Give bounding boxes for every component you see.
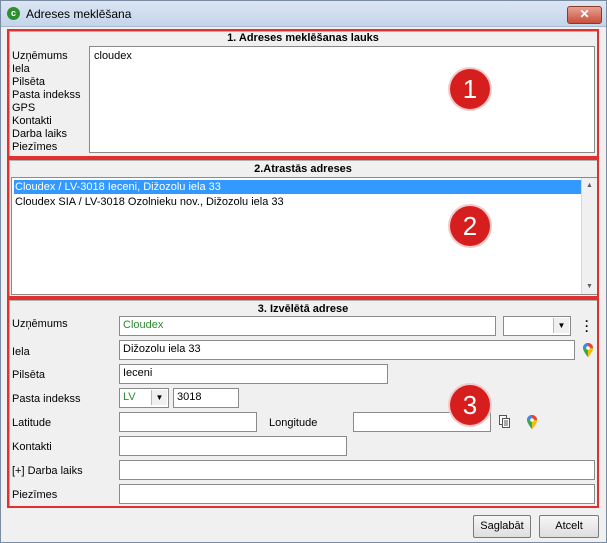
- app-logo-icon: c: [7, 7, 20, 20]
- annotation-badge-2: 2: [450, 206, 490, 246]
- window-title: Adreses meklēšana: [26, 7, 132, 21]
- annotation-badge-1: 1: [450, 69, 490, 109]
- annotation-badge-3: 3: [450, 385, 490, 425]
- close-button[interactable]: ✕: [567, 6, 602, 24]
- annotation-frame-1: [7, 29, 599, 158]
- annotation-frame-2: [7, 158, 599, 298]
- title-bar[interactable]: c Adreses meklēšana ✕: [1, 1, 606, 27]
- annotation-frame-3: [7, 298, 599, 508]
- address-search-window: c Adreses meklēšana ✕ 1. Adreses meklēša…: [0, 0, 607, 543]
- cancel-button[interactable]: Atcelt: [539, 515, 599, 538]
- save-button[interactable]: Saglabāt: [473, 515, 531, 538]
